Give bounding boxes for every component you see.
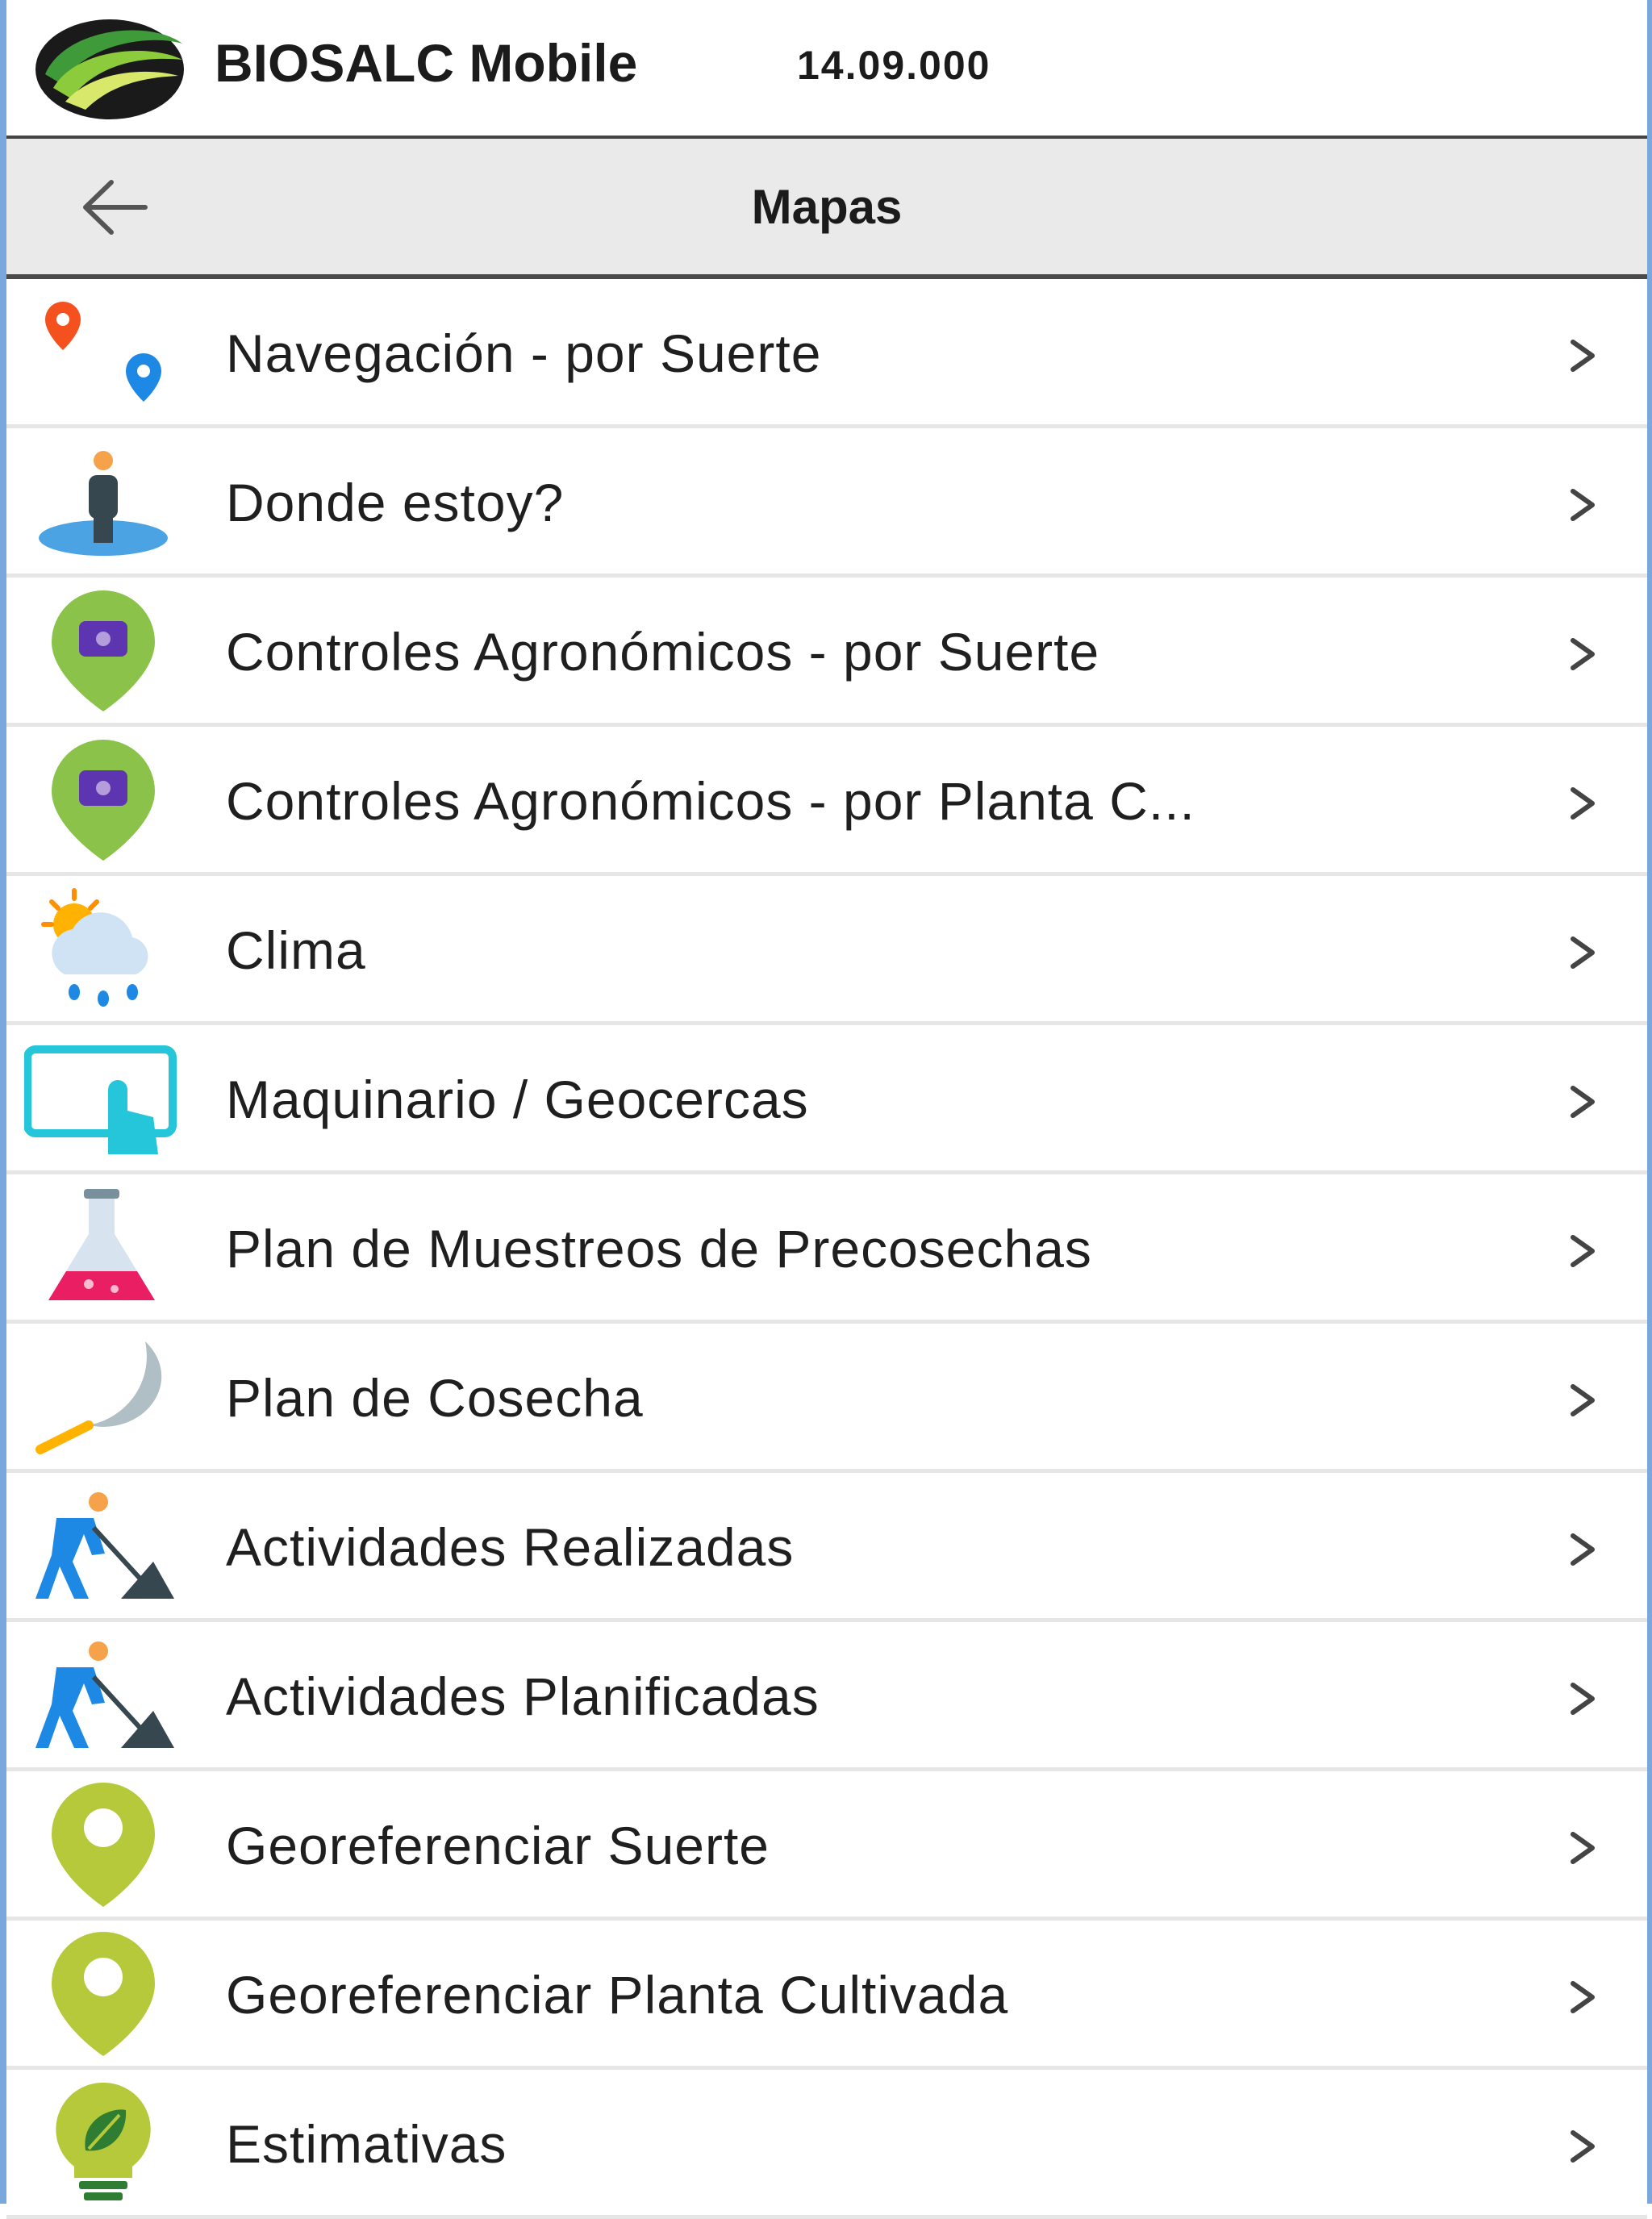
chevron-right-icon [1571, 2130, 1595, 2163]
worker-shovel-icon [35, 1492, 174, 1599]
menu-item-plan-muestreos[interactable]: Plan de Muestreos de Precosechas [6, 1174, 1647, 1324]
menu-item-label: Plan de Muestreos de Precosechas [226, 1219, 1092, 1278]
menu-item-maquinario[interactable]: Maquinario / Geocercas [6, 1025, 1647, 1174]
worker-shovel-icon [35, 1641, 174, 1748]
menu-item-estimativas[interactable]: Estimativas [6, 2070, 1647, 2219]
chevron-right-icon [1571, 340, 1595, 372]
menu-item-label: Plan de Cosecha [226, 1368, 644, 1428]
weather-icon [41, 888, 148, 1007]
chevron-right-icon [1571, 1832, 1595, 1864]
touch-screen-icon [24, 1045, 177, 1154]
window-border-left [0, 0, 6, 2204]
menu-item-georeferenciar-planta[interactable]: Georeferenciar Planta Cultivada [6, 1921, 1647, 2070]
menu-item-label: Controles Agronómicos - por Suerte [226, 622, 1100, 682]
menu-item-label: Actividades Realizadas [226, 1517, 795, 1577]
app-title: BIOSALC Mobile [215, 33, 638, 93]
chevron-right-icon [1571, 1981, 1595, 2013]
lime-pin-icon [52, 1932, 155, 2056]
flask-icon [48, 1189, 155, 1300]
menu-item-label: Georeferenciar Planta Cultivada [226, 1965, 1009, 2025]
menu-item-label: Actividades Planificadas [226, 1666, 820, 1726]
menu-item-donde-estoy[interactable]: Donde estoy? [6, 428, 1647, 578]
menu-item-clima[interactable]: Clima [6, 876, 1647, 1025]
menu-item-georeferenciar-suerte[interactable]: Georeferenciar Suerte [6, 1771, 1647, 1921]
menu-item-label: Clima [226, 920, 366, 980]
page-toolbar: Mapas [6, 139, 1647, 279]
sickle-icon [35, 1341, 162, 1454]
person-location-icon [39, 451, 168, 556]
green-pin-camera-icon [52, 740, 155, 861]
menu-item-actividades-planificadas[interactable]: Actividades Planificadas [6, 1622, 1647, 1771]
page-title: Mapas [751, 180, 903, 234]
menu-item-actividades-realizadas[interactable]: Actividades Realizadas [6, 1473, 1647, 1622]
chevron-right-icon [1571, 936, 1595, 969]
chevron-right-icon [1571, 1235, 1595, 1267]
app-bar: BIOSALC Mobile 14.09.000 [6, 0, 1647, 139]
chevron-right-icon [1571, 1384, 1595, 1416]
chevron-right-icon [1571, 1683, 1595, 1715]
biosalc-logo [35, 19, 184, 119]
menu-item-label: Georeferenciar Suerte [226, 1816, 770, 1875]
lime-pin-icon [52, 1783, 155, 1907]
menu-item-controles-planta[interactable]: Controles Agronómicos - por Planta C... [6, 727, 1647, 876]
app-screen: BIOSALC Mobile 14.09.000 Mapas Navegació… [0, 0, 1652, 2219]
menu-item-plan-cosecha[interactable]: Plan de Cosecha [6, 1324, 1647, 1473]
lightbulb-leaf-icon [56, 2082, 151, 2200]
menu-item-navegacion[interactable]: Navegación - por Suerte [6, 279, 1647, 428]
menu-item-label: Maquinario / Geocercas [226, 1070, 809, 1129]
menu-item-label: Controles Agronómicos - por Planta C... [226, 771, 1195, 831]
app-version: 14.09.000 [797, 43, 991, 88]
window-border-right [1647, 0, 1652, 2204]
chevron-right-icon [1571, 1533, 1595, 1566]
chevron-right-icon [1571, 787, 1595, 820]
menu-item-label: Navegación - por Suerte [226, 323, 822, 383]
menu-item-label: Estimativas [226, 2114, 507, 2174]
green-pin-camera-icon [52, 590, 155, 711]
menu-list: Navegación - por Suerte Donde estoy? Con… [6, 279, 1647, 2219]
map-pins-icon [45, 302, 161, 402]
chevron-right-icon [1571, 1086, 1595, 1118]
chevron-right-icon [1571, 638, 1595, 670]
menu-item-label: Donde estoy? [226, 473, 565, 532]
menu-item-controles-suerte[interactable]: Controles Agronómicos - por Suerte [6, 578, 1647, 727]
chevron-right-icon [1571, 489, 1595, 521]
